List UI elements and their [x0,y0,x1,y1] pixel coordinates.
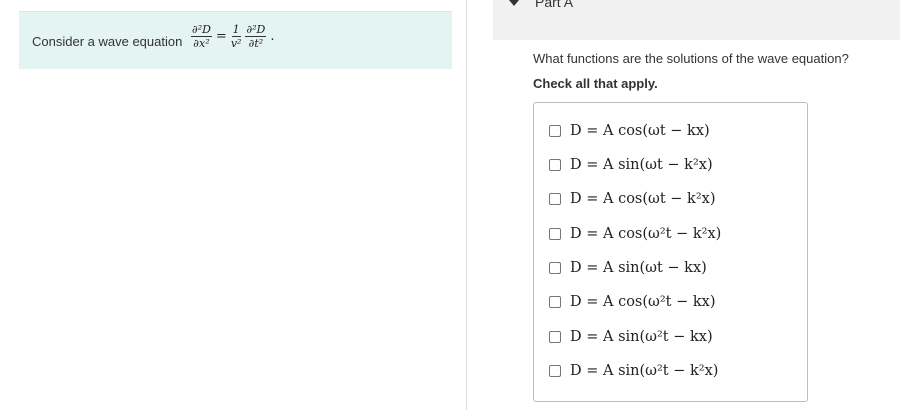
checkbox[interactable] [549,159,561,171]
collapse-arrow-icon[interactable] [509,0,519,6]
option-7[interactable]: D = A sin(ω²t − kx) [549,327,713,347]
option-label: D = A sin(ω²t − kx) [570,329,713,345]
problem-statement: Consider a wave equation ∂²D ∂x² = 1 v² … [19,11,452,69]
coefficient-numerator: 1 [231,23,241,37]
checkbox[interactable] [549,125,561,137]
checkbox[interactable] [549,193,561,205]
option-label: D = A sin(ωt − kx) [570,260,707,276]
rhs-denominator: ∂t² [248,37,264,50]
option-label: D = A cos(ωt − kx) [570,123,710,139]
checkbox[interactable] [549,331,561,343]
part-header[interactable]: Part A [493,0,900,40]
problem-text: Consider a wave equation [32,34,183,49]
option-3[interactable]: D = A cos(ωt − k²x) [549,189,715,209]
option-6[interactable]: D = A cos(ω²t − kx) [549,292,715,312]
checkbox[interactable] [549,262,561,274]
equals-sign: = [215,29,227,44]
answer-panel: Part A What functions are the solutions … [467,0,900,410]
lhs-denominator: ∂x² [193,37,210,50]
option-label: D = A cos(ω²t − kx) [570,294,716,310]
checkbox[interactable] [549,296,561,308]
lhs-numerator: ∂²D [191,23,212,37]
option-label: D = A sin(ω²t − k²x) [570,363,719,379]
option-2[interactable]: D = A sin(ωt − k²x) [549,155,713,175]
answer-options: D = A cos(ωt − kx) D = A sin(ωt − k²x) D… [533,102,808,402]
checkbox[interactable] [549,228,561,240]
option-4[interactable]: D = A cos(ω²t − k²x) [549,224,721,244]
part-title: Part A [535,0,574,10]
option-8[interactable]: D = A sin(ω²t − k²x) [549,361,718,381]
instruction-text: Check all that apply. [533,76,658,91]
checkbox[interactable] [549,365,561,377]
rhs-fraction: ∂²D ∂t² [245,23,267,50]
option-label: D = A cos(ω²t − k²x) [570,226,722,242]
rhs-numerator: ∂²D [245,23,267,37]
wave-equation: ∂²D ∂x² = 1 v² ∂²D ∂t² . [189,24,277,49]
problem-panel: Consider a wave equation ∂²D ∂x² = 1 v² … [0,0,466,410]
coefficient-denominator: v² [230,37,242,50]
option-5[interactable]: D = A sin(ωt − kx) [549,258,707,278]
coefficient-fraction: 1 v² [231,24,242,49]
option-1[interactable]: D = A cos(ωt − kx) [549,121,710,141]
option-label: D = A sin(ωt − k²x) [570,157,713,173]
question-text: What functions are the solutions of the … [533,51,849,66]
lhs-fraction: ∂²D ∂x² [191,24,212,49]
equation-period: . [270,29,275,44]
option-label: D = A cos(ωt − k²x) [570,191,716,207]
